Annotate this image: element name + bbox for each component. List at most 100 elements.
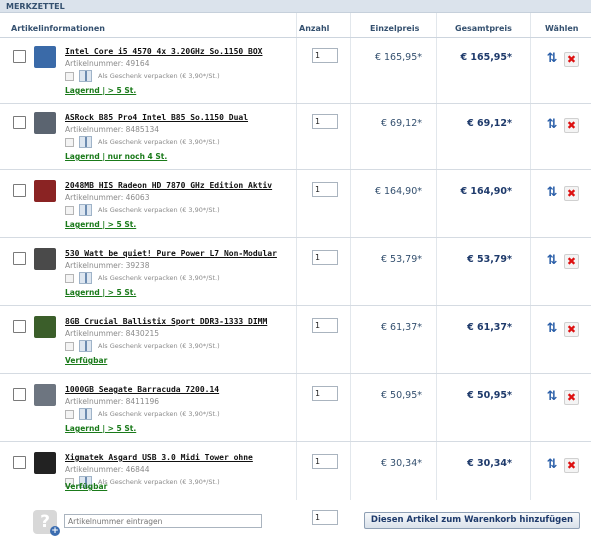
product-title[interactable]: 530 Watt be quiet! Pure Power L7 Non-Mod… — [65, 249, 277, 258]
footer-qty-input[interactable] — [312, 510, 338, 525]
delete-x-icon[interactable]: ✖ — [564, 254, 579, 269]
select-checkbox[interactable] — [13, 184, 26, 197]
wishlist-panel: MERKZETTEL Artikelinformationen Anzahl E… — [0, 0, 591, 536]
gift-wrap-label: Als Geschenk verpacken (€ 3,90*/St.) — [98, 206, 220, 214]
stock-status[interactable]: Verfügbar — [65, 482, 107, 491]
delete-x-icon[interactable]: ✖ — [564, 186, 579, 201]
stock-status[interactable]: Lagernd | > 5 St. — [65, 220, 136, 229]
stock-status[interactable]: Lagernd | > 5 St. — [65, 288, 136, 297]
header-info: Artikelinformationen — [11, 24, 105, 33]
swap-arrows-icon[interactable]: ⇅ — [545, 118, 559, 132]
product-thumbnail — [34, 452, 56, 474]
quantity-input[interactable] — [312, 250, 338, 265]
delete-x-icon[interactable]: ✖ — [564, 458, 579, 473]
product-thumbnail — [34, 248, 56, 270]
stock-status[interactable]: Verfügbar — [65, 356, 107, 365]
stock-status[interactable]: Lagernd | > 5 St. — [65, 86, 136, 95]
quantity-input[interactable] — [312, 114, 338, 129]
product-thumbnail — [34, 46, 56, 68]
gift-icon — [79, 408, 92, 420]
header-qty: Anzahl — [299, 24, 330, 33]
swap-arrows-icon[interactable]: ⇅ — [545, 458, 559, 472]
delete-x-icon[interactable]: ✖ — [564, 52, 579, 67]
article-number: Artikelnummer: 49164 — [65, 59, 150, 68]
total-price: € 30,34* — [467, 458, 512, 469]
table-row: Xigmatek Asgard USB 3.0 Midi Tower ohne … — [0, 444, 591, 506]
gift-icon — [79, 272, 92, 284]
add-to-cart-button[interactable]: Diesen Artikel zum Warenkorb hinzufügen — [364, 512, 580, 529]
table-row: Intel Core i5 4570 4x 3.20GHz So.1150 BO… — [0, 38, 591, 104]
article-number: Artikelnummer: 39238 — [65, 261, 150, 270]
unit-price: € 53,79* — [380, 254, 422, 265]
total-price: € 165,95* — [460, 52, 512, 63]
table-row: ASRock B85 Pro4 Intel B85 So.1150 Dual A… — [0, 104, 591, 170]
product-title[interactable]: Xigmatek Asgard USB 3.0 Midi Tower ohne — [65, 453, 253, 462]
table-row: 8GB Crucial Ballistix Sport DDR3-1333 DI… — [0, 308, 591, 374]
header-total-price: Gesamtpreis — [455, 24, 512, 33]
article-number: Artikelnummer: 46063 — [65, 193, 150, 202]
gift-wrap-label: Als Geschenk verpacken (€ 3,90*/St.) — [98, 410, 220, 418]
gift-wrap-checkbox[interactable] — [65, 206, 74, 215]
product-title[interactable]: 1000GB Seagate Barracuda 7200.14 — [65, 385, 219, 394]
gift-wrap-checkbox[interactable] — [65, 342, 74, 351]
select-checkbox[interactable] — [13, 320, 26, 333]
unit-price: € 50,95* — [380, 390, 422, 401]
swap-arrows-icon[interactable]: ⇅ — [545, 254, 559, 268]
article-number: Artikelnummer: 8485134 — [65, 125, 160, 134]
quantity-input[interactable] — [312, 48, 338, 63]
product-thumbnail — [34, 180, 56, 202]
gift-wrap-label: Als Geschenk verpacken (€ 3,90*/St.) — [98, 72, 220, 80]
product-title[interactable]: 2048MB HIS Radeon HD 7870 GHz Edition Ak… — [65, 181, 272, 190]
gift-wrap-checkbox[interactable] — [65, 72, 74, 81]
gift-icon — [79, 70, 92, 82]
unit-price: € 164,90* — [374, 186, 422, 197]
article-number: Artikelnummer: 8411196 — [65, 397, 160, 406]
article-number-input[interactable] — [64, 514, 262, 528]
gift-icon — [79, 136, 92, 148]
article-number: Artikelnummer: 46844 — [65, 465, 150, 474]
total-price: € 50,95* — [467, 390, 512, 401]
delete-x-icon[interactable]: ✖ — [564, 322, 579, 337]
gift-wrap-label: Als Geschenk verpacken (€ 3,90*/St.) — [98, 274, 220, 282]
swap-arrows-icon[interactable]: ⇅ — [545, 52, 559, 66]
product-title[interactable]: ASRock B85 Pro4 Intel B85 So.1150 Dual — [65, 113, 248, 122]
gift-wrap-label: Als Geschenk verpacken (€ 3,90*/St.) — [98, 342, 220, 350]
table-row: 2048MB HIS Radeon HD 7870 GHz Edition Ak… — [0, 172, 591, 238]
gift-wrap-checkbox[interactable] — [65, 138, 74, 147]
quantity-input[interactable] — [312, 182, 338, 197]
swap-arrows-icon[interactable]: ⇅ — [545, 186, 559, 200]
product-thumbnail — [34, 112, 56, 134]
gift-wrap-checkbox[interactable] — [65, 410, 74, 419]
product-thumbnail — [34, 384, 56, 406]
table-row: 1000GB Seagate Barracuda 7200.14 Artikel… — [0, 376, 591, 442]
stock-status[interactable]: Lagernd | nur noch 4 St. — [65, 152, 167, 161]
quantity-input[interactable] — [312, 454, 338, 469]
swap-arrows-icon[interactable]: ⇅ — [545, 322, 559, 336]
swap-arrows-icon[interactable]: ⇅ — [545, 390, 559, 404]
total-price: € 69,12* — [467, 118, 512, 129]
quantity-input[interactable] — [312, 318, 338, 333]
delete-x-icon[interactable]: ✖ — [564, 118, 579, 133]
gift-wrap-checkbox[interactable] — [65, 274, 74, 283]
delete-x-icon[interactable]: ✖ — [564, 390, 579, 405]
table-row: 530 Watt be quiet! Pure Power L7 Non-Mod… — [0, 240, 591, 306]
product-thumbnail — [34, 316, 56, 338]
select-checkbox[interactable] — [13, 252, 26, 265]
select-checkbox[interactable] — [13, 456, 26, 469]
unit-price: € 69,12* — [380, 118, 422, 129]
panel-title: MERKZETTEL — [6, 2, 65, 11]
header-select: Wählen — [545, 24, 579, 33]
unit-price: € 61,37* — [380, 322, 422, 333]
gift-wrap-label: Als Geschenk verpacken (€ 3,90*/St.) — [98, 478, 220, 486]
select-checkbox[interactable] — [13, 50, 26, 63]
select-checkbox[interactable] — [13, 388, 26, 401]
panel-titlebar: MERKZETTEL — [0, 0, 591, 13]
select-checkbox[interactable] — [13, 116, 26, 129]
stock-status[interactable]: Lagernd | > 5 St. — [65, 424, 136, 433]
gift-icon — [79, 204, 92, 216]
unit-price: € 165,95* — [374, 52, 422, 63]
header-unit-price: Einzelpreis — [370, 24, 420, 33]
product-title[interactable]: 8GB Crucial Ballistix Sport DDR3-1333 DI… — [65, 317, 267, 326]
product-title[interactable]: Intel Core i5 4570 4x 3.20GHz So.1150 BO… — [65, 47, 262, 56]
quantity-input[interactable] — [312, 386, 338, 401]
